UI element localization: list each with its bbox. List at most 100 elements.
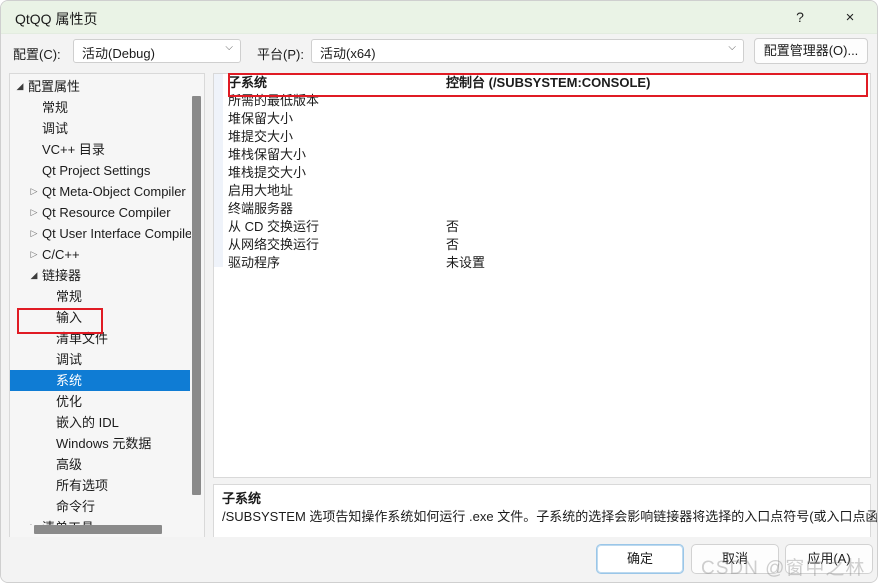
sidebar-item[interactable]: ▷ Qt Meta-Object Compiler: [10, 181, 190, 202]
configuration-bar: 配置(C): 活动(Debug) ⌵ 平台(P): 活动(x64) ⌵ 配置管理…: [1, 34, 877, 69]
property-row[interactable]: 堆保留大小: [214, 110, 870, 128]
sidebar-item[interactable]: 系统: [10, 370, 190, 391]
property-name: 堆提交大小: [228, 129, 294, 144]
sidebar-item-label: 高级: [56, 457, 83, 472]
sidebar-item-label: 调试: [56, 352, 83, 367]
sidebar-item[interactable]: Qt Project Settings: [10, 160, 190, 181]
chevron-right-icon[interactable]: ▷: [28, 244, 40, 265]
sidebar-item[interactable]: 清单文件: [10, 328, 190, 349]
tree-vertical-scrollbar[interactable]: [191, 78, 202, 518]
sidebar-item[interactable]: VC++ 目录: [10, 139, 190, 160]
property-name: 堆保留大小: [228, 111, 294, 126]
sidebar-item[interactable]: ▷ C/C++: [10, 244, 190, 265]
configuration-label: 配置(C):: [13, 47, 61, 62]
property-name: 堆栈保留大小: [228, 147, 307, 162]
property-value[interactable]: 否: [446, 236, 459, 254]
property-value[interactable]: 否: [446, 218, 459, 236]
sidebar-item-label: 配置属性: [28, 79, 81, 94]
property-name: 从 CD 交换运行: [228, 219, 320, 234]
property-pages-dialog: QtQQ 属性页 ? × 配置(C): 活动(Debug) ⌵ 平台(P): 活…: [0, 0, 878, 583]
sidebar-item-label: 优化: [56, 394, 83, 409]
sidebar-item-label: 所有选项: [56, 478, 109, 493]
sidebar-item[interactable]: ◢ 链接器: [10, 265, 190, 286]
ok-button[interactable]: 确定: [596, 544, 684, 574]
property-row[interactable]: 启用大地址: [214, 182, 870, 200]
configuration-tree: ◢ 配置属性 常规 调试 VC++ 目录 Qt Project Settings ▷ Qt M…: [10, 76, 197, 538]
chevron-down-icon: ⌵: [225, 42, 233, 53]
platform-label: 平台(P):: [257, 47, 304, 62]
property-row[interactable]: 所需的最低版本: [214, 92, 870, 110]
sidebar-item-label: 输入: [56, 310, 83, 325]
sidebar-item-label: 常规: [42, 100, 69, 115]
sidebar-item[interactable]: 优化: [10, 391, 190, 412]
property-value[interactable]: 未设置: [446, 254, 485, 272]
property-name: 堆栈提交大小: [228, 165, 307, 180]
sidebar-item-label: C/C++: [42, 247, 80, 262]
configuration-tree-panel: ◢ 配置属性 常规 调试 VC++ 目录 Qt Project Settings ▷ Qt M…: [9, 73, 205, 539]
property-row[interactable]: 从 CD 交换运行 否: [214, 218, 870, 236]
property-name: 终端服务器: [228, 201, 294, 216]
sidebar-item-label: 嵌入的 IDL: [56, 415, 119, 430]
apply-button[interactable]: 应用(A): [785, 544, 873, 574]
configuration-dropdown[interactable]: 活动(Debug) ⌵: [73, 39, 241, 63]
sidebar-item[interactable]: Windows 元数据: [10, 433, 190, 454]
sidebar-item[interactable]: 常规: [10, 286, 190, 307]
help-icon[interactable]: ?: [777, 1, 823, 34]
sidebar-item[interactable]: ◢ 配置属性: [10, 76, 190, 97]
property-name: 子系统: [228, 75, 268, 90]
platform-value: 活动(x64): [320, 46, 376, 61]
chevron-down-icon: ⌵: [728, 42, 736, 53]
description-body: /SUBSYSTEM 选项告知操作系统如何运行 .exe 文件。子系统的选择会影…: [222, 509, 878, 524]
property-name: 所需的最低版本: [228, 93, 320, 108]
tree-horizontal-scrollbar[interactable]: [16, 525, 184, 535]
property-grid-panel: 子系统 控制台 (/SUBSYSTEM:CONSOLE) 所需的最低版本 堆保留大小堆…: [213, 73, 871, 478]
property-row[interactable]: 从网络交换运行 否: [214, 236, 870, 254]
sidebar-item-label: 系统: [56, 373, 83, 388]
property-row[interactable]: 子系统 控制台 (/SUBSYSTEM:CONSOLE): [214, 74, 870, 92]
property-name: 启用大地址: [228, 183, 294, 198]
sidebar-item-label: 清单文件: [56, 331, 109, 346]
sidebar-item-label: Qt Meta-Object Compiler: [42, 184, 186, 199]
chevron-right-icon[interactable]: ▷: [28, 202, 40, 223]
sidebar-item[interactable]: 调试: [10, 349, 190, 370]
chevron-down-icon[interactable]: ◢: [14, 76, 26, 97]
sidebar-item-label: Windows 元数据: [56, 436, 152, 451]
sidebar-item-label: 命令行: [56, 499, 96, 514]
tree-vertical-scrollbar-thumb[interactable]: [192, 96, 201, 495]
property-row[interactable]: 堆栈提交大小: [214, 164, 870, 182]
sidebar-item[interactable]: 命令行: [10, 496, 190, 517]
property-row[interactable]: 堆提交大小: [214, 128, 870, 146]
tree-horizontal-scrollbar-thumb[interactable]: [34, 525, 162, 534]
sidebar-item-label: 链接器: [42, 268, 82, 283]
sidebar-item[interactable]: 调试: [10, 118, 190, 139]
dialog-footer: 确定 取消 应用(A): [1, 537, 877, 582]
sidebar-item[interactable]: 所有选项: [10, 475, 190, 496]
property-grid: 子系统 控制台 (/SUBSYSTEM:CONSOLE) 所需的最低版本 堆保留大小堆…: [214, 74, 870, 272]
title-bar: QtQQ 属性页 ? ×: [1, 1, 877, 34]
sidebar-item-label: VC++ 目录: [42, 142, 105, 157]
window-title: QtQQ 属性页: [15, 11, 98, 27]
property-row[interactable]: 驱动程序 未设置: [214, 254, 870, 272]
chevron-right-icon[interactable]: ▷: [28, 181, 40, 202]
sidebar-item[interactable]: ▷ Qt User Interface Compiler: [10, 223, 197, 244]
sidebar-item-label: Qt User Interface Compiler: [42, 226, 197, 241]
cancel-button[interactable]: 取消: [691, 544, 779, 574]
configuration-value: 活动(Debug): [82, 46, 155, 61]
property-row[interactable]: 终端服务器: [214, 200, 870, 218]
sidebar-item-label: Qt Resource Compiler: [42, 205, 171, 220]
chevron-down-icon[interactable]: ◢: [28, 265, 40, 286]
property-name: 驱动程序: [228, 255, 281, 270]
chevron-right-icon[interactable]: ▷: [28, 223, 40, 244]
sidebar-item[interactable]: 常规: [10, 97, 190, 118]
property-row[interactable]: 堆栈保留大小: [214, 146, 870, 164]
description-title: 子系统: [222, 491, 262, 506]
platform-dropdown[interactable]: 活动(x64) ⌵: [311, 39, 744, 63]
sidebar-item[interactable]: 嵌入的 IDL: [10, 412, 190, 433]
sidebar-item-label: Qt Project Settings: [42, 163, 151, 178]
property-value[interactable]: 控制台 (/SUBSYSTEM:CONSOLE): [446, 74, 650, 92]
configuration-manager-button[interactable]: 配置管理器(O)...: [754, 38, 868, 64]
sidebar-item[interactable]: ▷ Qt Resource Compiler: [10, 202, 190, 223]
sidebar-item[interactable]: 输入: [10, 307, 190, 328]
sidebar-item[interactable]: 高级: [10, 454, 190, 475]
close-icon[interactable]: ×: [827, 1, 873, 34]
